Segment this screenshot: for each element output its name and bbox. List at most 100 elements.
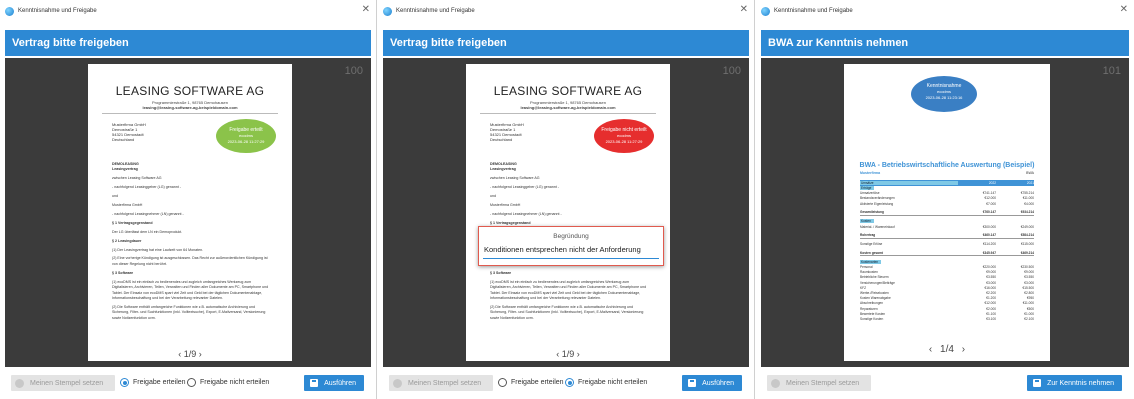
bwa-table-row: Betriebliche Steuern €3.550 €3.550	[860, 275, 1034, 280]
next-page-button[interactable]: ›	[199, 349, 202, 359]
close-icon[interactable]: ✕	[1120, 5, 1128, 15]
reason-dialog: Begründung Konditionen entsprechen nicht…	[478, 226, 664, 266]
page-indicator: 1/9	[183, 349, 197, 359]
acknowledge-stamp: Kenntnisnahme ecodms 2023-06-28 11:23:16	[911, 76, 977, 112]
document-viewer[interactable]: 101 Kenntnisnahme ecodms 2023-06-28 11:2…	[761, 58, 1129, 367]
company-address: Programmierstraße 1, 98765 Demohausen le…	[520, 100, 616, 110]
radio-approve[interactable]: Freigabe erteilen	[120, 378, 186, 387]
titlebar: Kenntnisnahme und Freigabe ✕	[378, 0, 754, 22]
company-name: LEASING SOFTWARE AG	[493, 84, 643, 98]
dialog-header: Vertrag bitte freigeben	[383, 30, 749, 56]
bwa-table-row: Sonstige Erlöse €114.200 €115.000	[860, 242, 1034, 247]
document-viewer[interactable]: 100 LEASING SOFTWARE AG Programmierstraß…	[383, 58, 749, 367]
dialog-footer: Meinen Stempel setzen Zur Kenntnis nehme…	[756, 367, 1134, 399]
zoom-level: 100	[344, 65, 363, 77]
document-viewer[interactable]: 100 LEASING SOFTWARE AG Programmierstraß…	[5, 58, 371, 367]
bwa-table-row: Reparaturen €2.000 €500	[860, 306, 1034, 311]
window-release-approve: Kenntnisnahme und Freigabe ✕ Vertrag bit…	[0, 0, 377, 399]
set-my-stamp-button[interactable]: Meinen Stempel setzen	[11, 375, 115, 391]
stamp-icon	[771, 378, 780, 388]
zoom-level: 100	[722, 65, 741, 77]
radio-dot	[120, 378, 129, 387]
radio-dot	[187, 378, 196, 387]
close-icon[interactable]: ✕	[362, 5, 370, 15]
bwa-header-row: Umsätze 2022 2021	[860, 180, 1034, 186]
bwa-table-row: Aktivierte Eigenleistung €7.000 €4.000	[860, 201, 1034, 206]
window-acknowledge: Kenntnisnahme und Freigabe ✕ BWA zur Ken…	[756, 0, 1134, 399]
page-navigator: ‹ 1/9 ›	[88, 349, 292, 359]
rejection-stamp: Freigabe nicht erteilt ecodms 2023-06-28…	[594, 119, 654, 153]
bwa-table-row: KFZ €16.000 €15.500	[860, 285, 1034, 290]
bwa-subheader: Musterfirma BWA	[860, 171, 1034, 175]
recipient-address: Musterfirma GmbH Demostraße 1 54321 Demo…	[490, 122, 524, 142]
window-release-reject: Kenntnisnahme und Freigabe ✕ Vertrag bit…	[378, 0, 755, 399]
ecodms-app-icon	[761, 6, 770, 16]
bwa-section-row: Kostenarten	[860, 259, 1034, 264]
bwa-section-row: Erträge	[860, 186, 1034, 191]
radio-dot	[565, 378, 574, 387]
divider	[480, 113, 656, 114]
prev-page-button[interactable]: ‹	[178, 349, 181, 359]
dialog-header: Vertrag bitte freigeben	[5, 30, 371, 56]
radio-approve[interactable]: Freigabe erteilen	[498, 378, 564, 387]
close-icon[interactable]: ✕	[740, 5, 748, 15]
acknowledge-button[interactable]: Zur Kenntnis nehmen	[1027, 375, 1122, 391]
titlebar: Kenntnisnahme und Freigabe ✕	[756, 0, 1134, 22]
company-name: LEASING SOFTWARE AG	[115, 84, 265, 98]
save-icon	[310, 379, 319, 387]
radio-reject[interactable]: Freigabe nicht erteilen	[187, 378, 269, 387]
radio-dot	[498, 378, 507, 387]
bwa-table-row: Material- / Wareneinkauf €300.000 €249.000	[860, 224, 1034, 229]
recipient-address: Musterfirma GmbH Demostraße 1 54321 Demo…	[112, 122, 146, 142]
prev-page-button[interactable]: ‹	[556, 349, 559, 359]
zoom-level: 101	[1102, 65, 1121, 77]
dialog-footer: Meinen Stempel setzen Freigabe erteilen …	[378, 367, 754, 399]
execute-button[interactable]: Ausführen	[682, 375, 742, 391]
radio-reject[interactable]: Freigabe nicht erteilen	[565, 378, 647, 387]
company-address: Programmierstraße 1, 98765 Demohausen le…	[142, 100, 238, 110]
page-navigator: ‹ 1/4 ›	[844, 344, 1050, 355]
save-icon	[1033, 379, 1042, 387]
divider	[102, 113, 278, 114]
dialog-footer: Meinen Stempel setzen Freigabe erteilen …	[0, 367, 376, 399]
bwa-table-row: Bestandsveränderungen €12.000 €11.000	[860, 196, 1034, 201]
save-icon	[688, 379, 697, 387]
window-title: Kenntnisnahme und Freigabe	[396, 8, 475, 14]
dialog-header: BWA zur Kenntnis nehmen	[761, 30, 1129, 56]
bwa-table-row: Umsatzerlöse €741.147 €755.214	[860, 191, 1034, 196]
document-page: LEASING SOFTWARE AG Programmierstraße 1,…	[466, 64, 670, 361]
bwa-table-row: Bewertete Kosten €1.100 €1.000	[860, 311, 1034, 316]
bwa-table: Umsätze 2022 2021 Erträge Umsatzerlöse €74…	[860, 180, 1034, 322]
document-page: Kenntnisnahme ecodms 2023-06-28 11:23:16…	[844, 64, 1050, 361]
contract-text: DEMOLEASING Leasingvertrag zwischen Leasi…	[112, 162, 269, 320]
ecodms-app-icon	[5, 6, 14, 16]
prev-page-button[interactable]: ‹	[929, 344, 932, 355]
execute-button[interactable]: Ausführen	[304, 375, 364, 391]
titlebar: Kenntnisnahme und Freigabe ✕	[0, 0, 376, 22]
bwa-table-row: Sonstige Kosten €3.100 €2.100	[860, 316, 1034, 321]
window-title: Kenntnisnahme und Freigabe	[18, 8, 97, 14]
bwa-table-row: Kosten Warenabgabe €1.200 €950	[860, 296, 1034, 301]
bwa-title: BWA - Betriebswirtschaftliche Auswertung…	[859, 162, 1035, 169]
set-my-stamp-button[interactable]: Meinen Stempel setzen	[767, 375, 871, 391]
reason-input[interactable]: Konditionen entsprechen nicht der Anford…	[483, 245, 659, 259]
stamp-icon	[393, 378, 402, 388]
document-page: LEASING SOFTWARE AG Programmierstraße 1,…	[88, 64, 292, 361]
ecodms-app-icon	[383, 6, 392, 16]
window-title: Kenntnisnahme und Freigabe	[774, 8, 853, 14]
next-page-button[interactable]: ›	[962, 344, 965, 355]
reason-dialog-title: Begründung	[553, 233, 589, 240]
approval-stamp: Freigabe erteilt ecodms 2023-06-28 11:27…	[216, 119, 276, 153]
page-indicator: 1/4	[940, 344, 954, 355]
next-page-button[interactable]: ›	[577, 349, 580, 359]
page-indicator: 1/9	[561, 349, 575, 359]
bwa-table-row: Werbe-/Reisekosten €2.200 €2.800	[860, 291, 1034, 296]
stamp-icon	[15, 378, 24, 388]
bwa-table-row: Personal €220.000 €230.500	[860, 265, 1034, 270]
bwa-section-row: Kosten	[860, 219, 1034, 224]
bwa-table-row: Abschreibungen €12.000 €11.000	[860, 301, 1034, 306]
bwa-table-row: Versicherungen/Beiträge €3.000 €3.000	[860, 280, 1034, 285]
page-navigator: ‹ 1/9 ›	[466, 349, 670, 359]
bwa-table-row: Raumkosten €9.000 €9.000	[860, 270, 1034, 275]
set-my-stamp-button[interactable]: Meinen Stempel setzen	[389, 375, 493, 391]
